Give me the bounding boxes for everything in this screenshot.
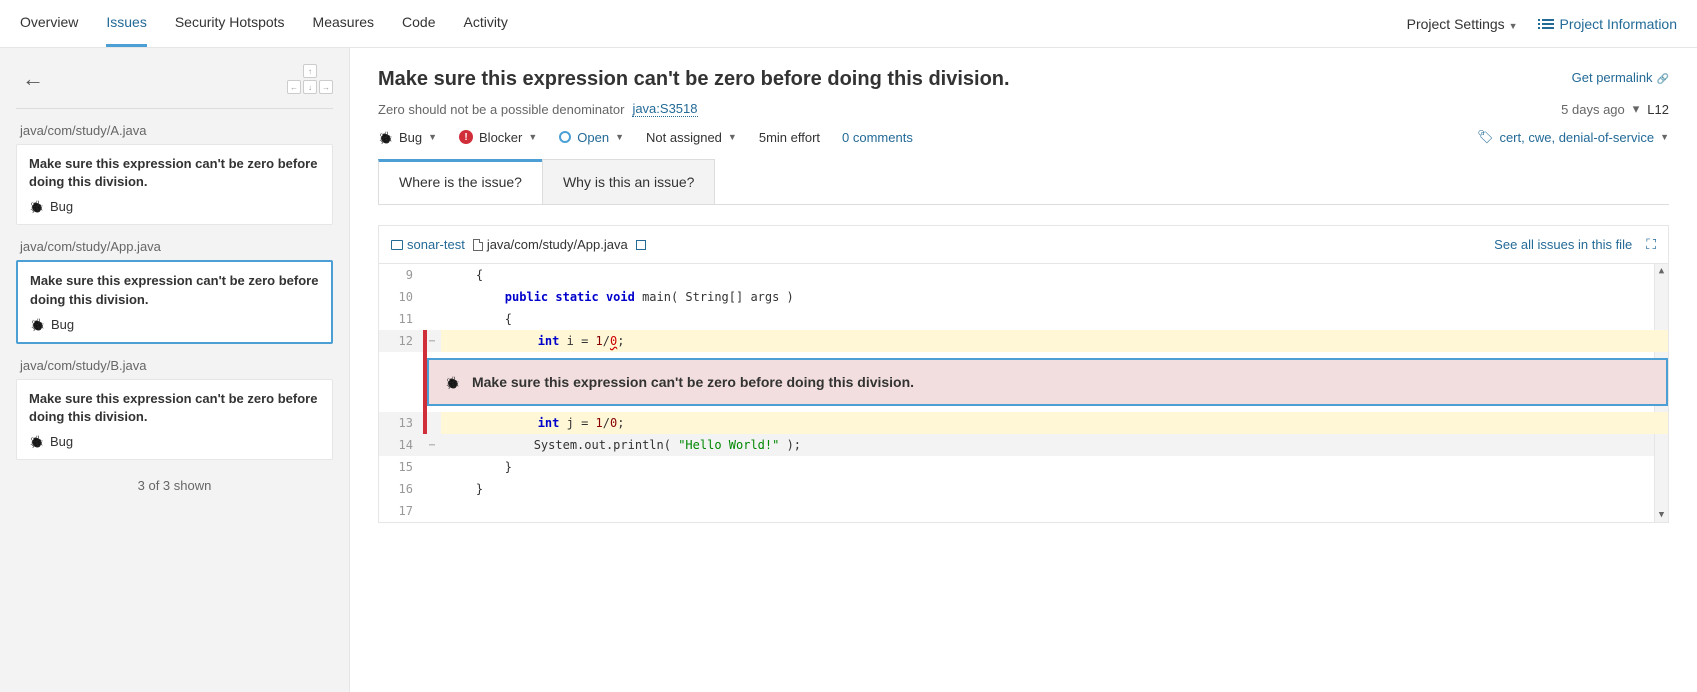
issue-type-label: Bug	[50, 434, 73, 449]
project-link[interactable]: sonar-test	[391, 237, 465, 252]
back-arrow[interactable]: ←	[16, 64, 50, 94]
see-all-issues-link[interactable]: See all issues in this file	[1494, 237, 1632, 252]
file-group: java/com/study/B.java Make sure this exp…	[16, 358, 333, 460]
issue-type-label: Bug	[51, 317, 74, 332]
file-group: java/com/study/App.java Make sure this e…	[16, 239, 333, 343]
blocker-icon: !	[459, 130, 473, 144]
tab-why[interactable]: Why is this an issue?	[542, 159, 716, 204]
file-group: java/com/study/A.java Make sure this exp…	[16, 123, 333, 225]
inline-issue-box[interactable]: Make sure this expression can't be zero …	[427, 358, 1668, 406]
list-icon	[1542, 19, 1554, 29]
line-number: 14	[379, 434, 423, 456]
issue-status-dropdown[interactable]: Open▼	[559, 130, 624, 145]
line-number: 9	[379, 264, 423, 286]
issue-card-title: Make sure this expression can't be zero …	[30, 272, 319, 308]
issue-type-label: Bug	[50, 199, 73, 214]
file-path: java/com/study/App.java	[16, 239, 333, 254]
tab-activity[interactable]: Activity	[463, 0, 507, 47]
get-permalink-link[interactable]: Get permalink	[1572, 70, 1669, 85]
file-path-label: java/com/study/App.java	[473, 237, 628, 252]
tab-measures[interactable]: Measures	[313, 0, 374, 47]
inline-issue-message: Make sure this expression can't be zero …	[472, 374, 914, 390]
line-number: 10	[379, 286, 423, 308]
issue-tags-dropdown[interactable]: 🏷cert, cwe, denial-of-service▼	[1477, 129, 1669, 145]
file-path: java/com/study/A.java	[16, 123, 333, 138]
open-new-window-icon[interactable]	[636, 240, 646, 250]
keyboard-hint: ↑ ←↓→	[287, 64, 333, 94]
tab-security-hotspots[interactable]: Security Hotspots	[175, 0, 285, 47]
issue-card-title: Make sure this expression can't be zero …	[29, 155, 320, 191]
file-icon	[473, 239, 483, 251]
tab-code[interactable]: Code	[402, 0, 435, 47]
line-number: 16	[379, 478, 423, 500]
issue-card[interactable]: Make sure this expression can't be zero …	[16, 144, 333, 225]
line-number: 12	[379, 330, 423, 352]
tab-issues[interactable]: Issues	[106, 0, 146, 47]
line-number: 17	[379, 500, 423, 522]
issue-age: 5 days ago	[1561, 102, 1625, 117]
bug-icon	[378, 130, 393, 145]
bug-icon	[30, 317, 45, 332]
tag-icon: 🏷	[1477, 129, 1494, 145]
open-status-icon	[559, 131, 571, 143]
line-number: 15	[379, 456, 423, 478]
link-icon	[1657, 70, 1669, 85]
bug-icon	[29, 434, 44, 449]
bug-icon	[445, 374, 460, 390]
rule-key-link[interactable]: java:S3518	[632, 101, 697, 117]
shown-count: 3 of 3 shown	[16, 478, 333, 493]
tab-where[interactable]: Where is the issue?	[378, 159, 543, 204]
detail-tabs: Where is the issue? Why is this an issue…	[378, 159, 1669, 205]
nav-tabs: Overview Issues Security Hotspots Measur…	[20, 0, 508, 47]
project-settings-dropdown[interactable]: Project Settings ▼	[1407, 16, 1518, 32]
project-information-link[interactable]: Project Information	[1542, 16, 1678, 32]
line-number: 11	[379, 308, 423, 330]
expand-icon[interactable]: ⛶	[1646, 236, 1656, 253]
issue-card-selected[interactable]: Make sure this expression can't be zero …	[16, 260, 333, 343]
issue-assignee-dropdown[interactable]: Not assigned▼	[646, 130, 737, 145]
issue-main: Make sure this expression can't be zero …	[350, 48, 1697, 692]
bug-icon	[29, 199, 44, 214]
issue-severity-dropdown[interactable]: !Blocker▼	[459, 130, 537, 145]
issue-effort: 5min effort	[759, 130, 820, 145]
rule-description: Zero should not be a possible denominato…	[378, 102, 624, 117]
code-panel: sonar-test java/com/study/App.java See a…	[378, 225, 1669, 523]
tab-overview[interactable]: Overview	[20, 0, 78, 47]
issue-type-dropdown[interactable]: Bug▼	[378, 130, 437, 145]
issue-line: L12	[1647, 102, 1669, 117]
issue-card-title: Make sure this expression can't be zero …	[29, 390, 320, 426]
issue-title: Make sure this expression can't be zero …	[378, 68, 1669, 91]
folder-icon	[391, 240, 403, 250]
issue-card[interactable]: Make sure this expression can't be zero …	[16, 379, 333, 460]
issues-sidebar: ← ↑ ←↓→ java/com/study/A.java Make sure …	[0, 48, 350, 692]
file-path: java/com/study/B.java	[16, 358, 333, 373]
issue-comments-link[interactable]: 0 comments	[842, 130, 913, 145]
line-number: 13	[379, 412, 423, 434]
top-nav: Overview Issues Security Hotspots Measur…	[0, 0, 1697, 48]
code-body: ▲▼ 9 { 10 public static void main( Strin…	[379, 264, 1668, 522]
